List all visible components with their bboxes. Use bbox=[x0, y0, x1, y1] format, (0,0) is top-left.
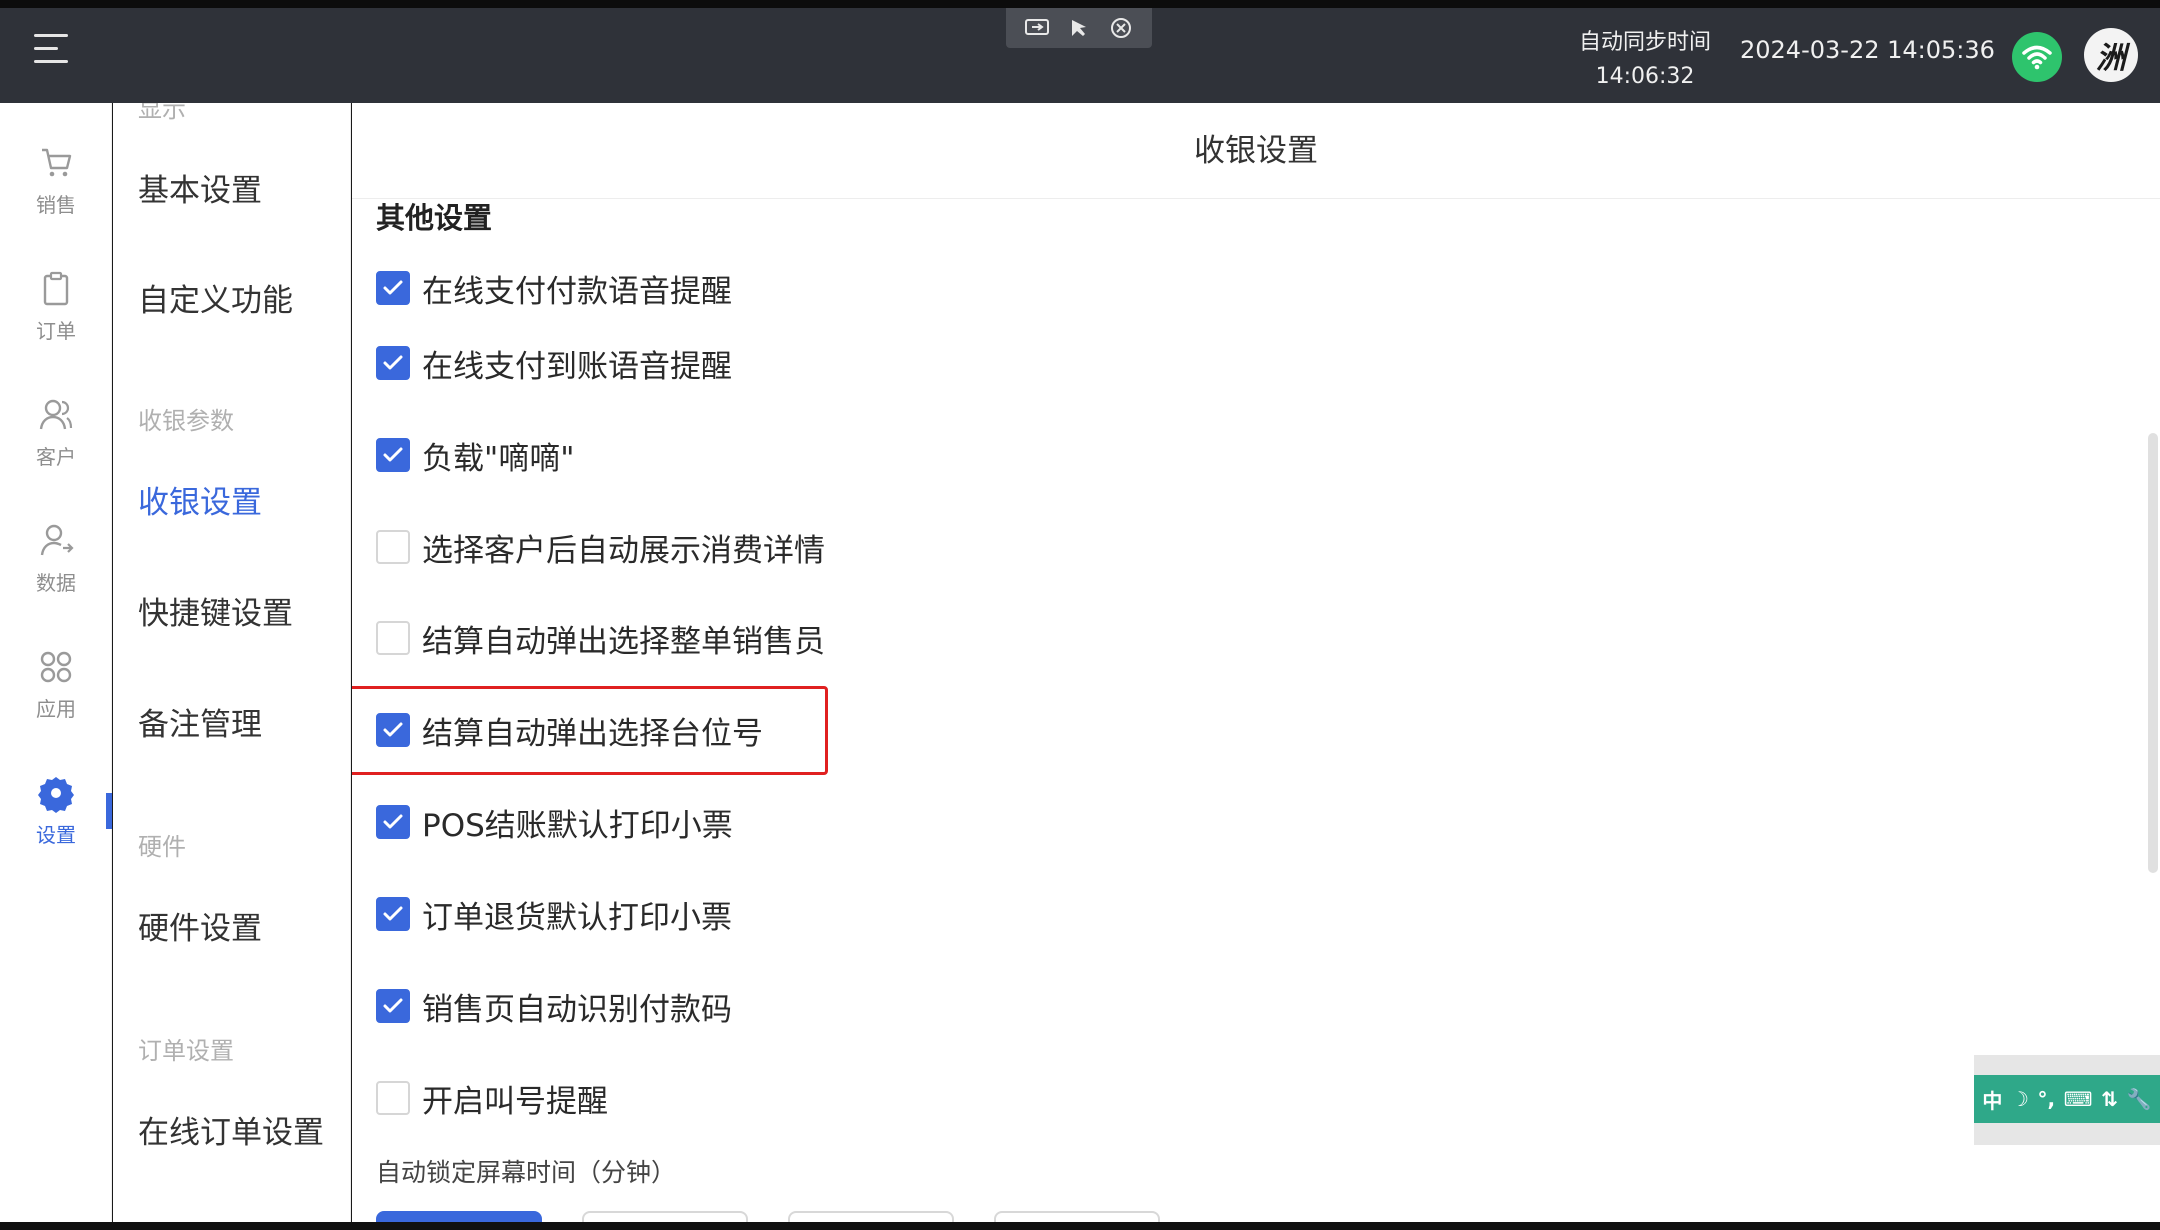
section-title-other: 其他设置 bbox=[376, 201, 493, 231]
sidebar-item-basic[interactable]: 基本设置 bbox=[138, 165, 262, 210]
option-row[interactable]: 销售页自动识别付款码 bbox=[376, 986, 732, 1028]
auto-sync-time: 自动同步时间 14:06:32 bbox=[1560, 26, 1730, 94]
window-top-edge bbox=[0, 0, 2160, 8]
nav-label-orders: 订单 bbox=[36, 319, 76, 343]
sidebar-section-cashier-params: 收银参数 bbox=[138, 407, 234, 435]
option-checkbox[interactable] bbox=[376, 530, 410, 564]
nav-label-apps: 应用 bbox=[36, 697, 76, 721]
gear-icon bbox=[38, 777, 74, 813]
option-label: 销售页自动识别付款码 bbox=[422, 991, 732, 1028]
option-checkbox[interactable] bbox=[376, 271, 410, 305]
option-row[interactable]: 选择客户后自动展示消费详情 bbox=[376, 527, 825, 569]
checkmark-icon bbox=[383, 814, 403, 829]
sidebar-item-hardware[interactable]: 硬件设置 bbox=[138, 903, 262, 948]
nav-label-sales: 销售 bbox=[36, 193, 76, 217]
auto-lock-label: 自动锁定屏幕时间（分钟） bbox=[376, 1158, 677, 1187]
option-row[interactable]: 在线支付付款语音提醒 bbox=[376, 268, 732, 310]
nav-item-orders[interactable]: 订单 bbox=[0, 269, 112, 344]
nav-label-data: 数据 bbox=[36, 571, 76, 595]
option-row[interactable]: 在线支付到账语音提醒 bbox=[376, 343, 732, 385]
sidebar-section-order: 订单设置 bbox=[138, 1037, 234, 1065]
nav-item-data[interactable]: 数据 bbox=[0, 521, 112, 596]
option-label: POS结账默认打印小票 bbox=[422, 807, 733, 844]
clipboard-icon bbox=[43, 271, 69, 306]
sidebar-item-custom[interactable]: 自定义功能 bbox=[138, 275, 293, 320]
option-row[interactable]: 结算自动弹出选择整单销售员 bbox=[376, 618, 825, 660]
option-label: 在线支付付款语音提醒 bbox=[422, 273, 732, 310]
nav-label-settings: 设置 bbox=[36, 823, 76, 847]
sidebar-section-hardware: 硬件 bbox=[138, 833, 186, 861]
option-checkbox[interactable] bbox=[376, 805, 410, 839]
option-row[interactable]: 订单退货默认打印小票 bbox=[376, 894, 732, 936]
checkmark-icon bbox=[383, 906, 403, 921]
ime-keyboard-icon[interactable]: ⌨ bbox=[2064, 1087, 2093, 1111]
checkmark-icon bbox=[383, 998, 403, 1013]
sidebar-item-cashier-settings[interactable]: 收银设置 bbox=[138, 477, 262, 522]
users-icon bbox=[39, 399, 73, 430]
sync-label: 自动同步时间 bbox=[1578, 30, 1711, 55]
nav-item-apps[interactable]: 应用 bbox=[0, 647, 112, 722]
option-checkbox[interactable] bbox=[376, 1081, 410, 1115]
page-title: 收银设置 bbox=[352, 103, 2160, 199]
settings-sidebar: 显示 基本设置 自定义功能 收银参数 收银设置 快捷键设置 备注管理 硬件 硬件… bbox=[113, 103, 351, 1223]
option-label: 开启叫号提醒 bbox=[422, 1083, 608, 1120]
main-nav: 销售 订单 客户 数据 应用 设置 bbox=[0, 103, 112, 1223]
ime-toolbar-buttons: 中 ☽ °, ⌨ ⇅ 🔧 bbox=[1974, 1075, 2160, 1123]
ime-moon-icon[interactable]: ☽ bbox=[2011, 1087, 2029, 1111]
user-data-icon bbox=[40, 524, 74, 556]
option-label: 负载"嘀嘀" bbox=[422, 440, 575, 477]
scrollbar[interactable] bbox=[2148, 433, 2158, 873]
ime-switch-icon[interactable]: ⇅ bbox=[2101, 1087, 2118, 1111]
checkmark-icon bbox=[383, 355, 403, 370]
option-label: 结算自动弹出选择整单销售员 bbox=[422, 623, 825, 660]
apps-icon bbox=[40, 651, 72, 683]
option-row[interactable]: 开启叫号提醒 bbox=[376, 1078, 608, 1120]
sync-time: 14:06:32 bbox=[1595, 64, 1695, 89]
ime-toolbar: 中 ☽ °, ⌨ ⇅ 🔧 bbox=[1974, 1055, 2160, 1145]
ime-punct-icon[interactable]: °, bbox=[2038, 1087, 2056, 1111]
screen-share-icon[interactable] bbox=[1024, 17, 1050, 39]
checkmark-icon bbox=[383, 280, 403, 295]
sidebar-item-shortcut[interactable]: 快捷键设置 bbox=[138, 588, 293, 633]
sidebar-section-display: 显示 bbox=[138, 103, 186, 123]
option-label: 订单退货默认打印小票 bbox=[422, 899, 732, 936]
hamburger-menu-icon[interactable] bbox=[34, 34, 68, 68]
sidebar-item-notes[interactable]: 备注管理 bbox=[138, 699, 262, 744]
nav-item-settings[interactable]: 设置 bbox=[0, 773, 112, 848]
remote-control-toolbar bbox=[1006, 8, 1152, 48]
top-bar: 自动同步时间 14:06:32 2024-03-22 14:05:36 洲 bbox=[0, 0, 2160, 103]
active-nav-indicator bbox=[106, 793, 112, 829]
nav-label-customers: 客户 bbox=[36, 445, 76, 469]
option-checkbox[interactable] bbox=[376, 438, 410, 472]
nav-item-customers[interactable]: 客户 bbox=[0, 395, 112, 470]
option-label: 选择客户后自动展示消费详情 bbox=[422, 532, 825, 569]
wifi-icon[interactable] bbox=[2012, 32, 2062, 82]
ime-mode-button[interactable]: 中 bbox=[1982, 1085, 2002, 1114]
sidebar-item-online-order[interactable]: 在线订单设置 bbox=[138, 1107, 324, 1152]
option-label: 在线支付到账语音提醒 bbox=[422, 348, 732, 385]
checkmark-icon bbox=[383, 447, 403, 462]
option-checkbox[interactable] bbox=[376, 989, 410, 1023]
ime-settings-icon[interactable]: 🔧 bbox=[2127, 1087, 2152, 1111]
pointer-icon[interactable] bbox=[1066, 17, 1092, 39]
option-checkbox[interactable] bbox=[376, 621, 410, 655]
highlight-annotation bbox=[352, 686, 828, 775]
nav-item-sales[interactable]: 销售 bbox=[0, 143, 112, 218]
cashier-settings-panel: 收银设置 其他设置 在线支付付款语音提醒 在线支付到账语音提醒 负载"嘀嘀" 选择客户… bbox=[352, 103, 2160, 1223]
option-checkbox[interactable] bbox=[376, 897, 410, 931]
option-row[interactable]: 负载"嘀嘀" bbox=[376, 435, 575, 477]
option-row[interactable]: POS结账默认打印小票 bbox=[376, 802, 733, 844]
avatar[interactable]: 洲 bbox=[2084, 28, 2138, 82]
window-bottom-edge bbox=[0, 1222, 2160, 1230]
current-datetime: 2024-03-22 14:05:36 bbox=[1740, 36, 1995, 64]
option-checkbox[interactable] bbox=[376, 346, 410, 380]
close-circle-icon[interactable] bbox=[1108, 17, 1134, 39]
cart-icon bbox=[42, 148, 72, 177]
